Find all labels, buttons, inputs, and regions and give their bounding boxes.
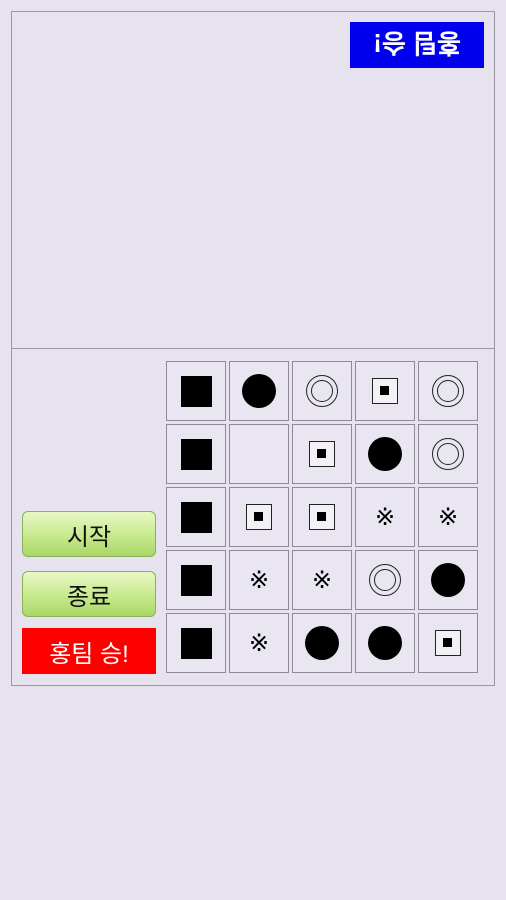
board-cell-0-3[interactable] bbox=[355, 361, 415, 421]
board-cell-3-4[interactable] bbox=[418, 550, 478, 610]
reference-mark-piece-icon: ※ bbox=[248, 629, 270, 657]
board-cell-1-0[interactable] bbox=[166, 424, 226, 484]
board-cell-2-0[interactable] bbox=[166, 487, 226, 547]
boxed-square-piece-icon bbox=[309, 504, 335, 530]
reference-mark-piece-icon: ※ bbox=[311, 566, 333, 594]
boxed-square-piece-icon bbox=[435, 630, 461, 656]
circle-piece-icon bbox=[242, 374, 276, 408]
board-cell-1-4[interactable] bbox=[418, 424, 478, 484]
boxed-square-piece-icon bbox=[372, 378, 398, 404]
boxed-square-piece-icon bbox=[246, 504, 272, 530]
double-circle-piece-icon bbox=[432, 438, 464, 470]
reference-mark-piece-icon: ※ bbox=[374, 503, 396, 531]
double-circle-piece-icon bbox=[432, 375, 464, 407]
board-cell-4-4[interactable] bbox=[418, 613, 478, 673]
board-cell-4-0[interactable] bbox=[166, 613, 226, 673]
reference-mark-piece-icon: ※ bbox=[248, 566, 270, 594]
opponent-panel: 홍팀 승! bbox=[11, 11, 495, 349]
circle-piece-icon bbox=[368, 437, 402, 471]
end-button[interactable]: 종료 bbox=[22, 571, 156, 617]
board-cell-2-3[interactable]: ※ bbox=[355, 487, 415, 547]
square-piece-icon bbox=[180, 501, 212, 533]
circle-piece-icon bbox=[368, 626, 402, 660]
game-board: ※ ※ ※ ※ ※ bbox=[166, 361, 478, 673]
start-button[interactable]: 시작 bbox=[22, 511, 156, 557]
board-cell-4-3[interactable] bbox=[355, 613, 415, 673]
board-cell-0-1[interactable] bbox=[229, 361, 289, 421]
result-status-badge: 홍팀 승! bbox=[22, 628, 156, 674]
board-cell-0-4[interactable] bbox=[418, 361, 478, 421]
board-cell-3-1[interactable]: ※ bbox=[229, 550, 289, 610]
board-cell-2-4[interactable]: ※ bbox=[418, 487, 478, 547]
board-cell-0-2[interactable] bbox=[292, 361, 352, 421]
square-piece-icon bbox=[180, 627, 212, 659]
square-piece-icon bbox=[180, 564, 212, 596]
board-cell-4-2[interactable] bbox=[292, 613, 352, 673]
board-cell-2-2[interactable] bbox=[292, 487, 352, 547]
board-cell-1-3[interactable] bbox=[355, 424, 415, 484]
board-cell-1-2[interactable] bbox=[292, 424, 352, 484]
circle-piece-icon bbox=[305, 626, 339, 660]
board-cell-3-0[interactable] bbox=[166, 550, 226, 610]
double-circle-piece-icon bbox=[306, 375, 338, 407]
board-cell-2-1[interactable] bbox=[229, 487, 289, 547]
board-cell-3-2[interactable]: ※ bbox=[292, 550, 352, 610]
board-cell-0-0[interactable] bbox=[166, 361, 226, 421]
player-panel: 시작 종료 홍팀 승! ※ ※ ※ ※ ※ bbox=[11, 348, 495, 686]
square-piece-icon bbox=[180, 438, 212, 470]
double-circle-piece-icon bbox=[369, 564, 401, 596]
reference-mark-piece-icon: ※ bbox=[437, 503, 459, 531]
board-cell-4-1[interactable]: ※ bbox=[229, 613, 289, 673]
board-cell-1-1[interactable] bbox=[229, 424, 289, 484]
circle-piece-icon bbox=[431, 563, 465, 597]
square-piece-icon bbox=[180, 375, 212, 407]
board-cell-3-3[interactable] bbox=[355, 550, 415, 610]
opponent-result-banner: 홍팀 승! bbox=[350, 22, 484, 68]
boxed-square-piece-icon bbox=[309, 441, 335, 467]
